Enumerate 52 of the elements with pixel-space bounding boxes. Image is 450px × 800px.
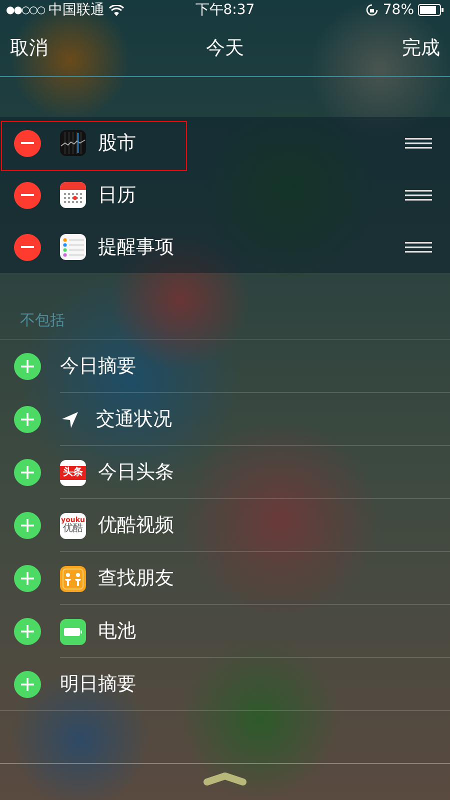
calendar-icon xyxy=(60,182,86,208)
add-button[interactable] xyxy=(14,406,41,433)
add-button[interactable] xyxy=(14,353,41,380)
plus-icon xyxy=(20,571,35,586)
grabber-chevron-icon[interactable] xyxy=(203,772,247,786)
widget-name: 提醒事项 xyxy=(98,234,175,260)
plus-icon xyxy=(20,518,35,533)
battery-percent: 78% xyxy=(382,0,414,20)
remove-button[interactable] xyxy=(14,182,41,208)
reorder-handle-icon[interactable] xyxy=(405,137,432,149)
widget-name: 优酷视频 xyxy=(98,513,174,538)
add-button[interactable] xyxy=(14,671,41,698)
widget-name: 电池 xyxy=(98,619,136,644)
plus-icon xyxy=(20,465,35,480)
location-arrow-icon xyxy=(60,410,80,430)
wifi-icon xyxy=(108,4,124,16)
widget-name: 明日摘要 xyxy=(60,672,136,698)
carrier-name: 中国联通 xyxy=(48,0,105,20)
minus-icon xyxy=(20,194,35,196)
clock-time: 下午8:37 xyxy=(195,0,255,20)
widget-name: 查找朋友 xyxy=(98,566,174,592)
add-button[interactable] xyxy=(14,618,41,645)
stock-chart-icon xyxy=(60,130,86,156)
widget-name: 今日头条 xyxy=(98,460,174,486)
plus-icon xyxy=(20,677,35,692)
widget-name: 交通状况 xyxy=(96,407,172,432)
checklist-icon xyxy=(60,234,86,260)
screen-title: 今天 xyxy=(206,36,244,61)
add-button[interactable] xyxy=(14,459,41,486)
remove-button[interactable] xyxy=(14,130,41,156)
reorder-handle-icon[interactable] xyxy=(405,241,432,253)
widget-name: 今日摘要 xyxy=(60,354,136,380)
signal-strength: ●●○○○ xyxy=(6,4,45,18)
plus-icon xyxy=(20,412,35,427)
news-app-icon: 头条 xyxy=(60,460,86,486)
rotation-lock-icon xyxy=(364,3,379,17)
remove-button[interactable] xyxy=(14,234,41,260)
done-button[interactable]: 完成 xyxy=(402,34,440,62)
add-button[interactable] xyxy=(14,565,41,592)
cancel-button[interactable]: 取消 xyxy=(10,34,48,62)
widget-name: 日历 xyxy=(98,182,137,208)
minus-icon xyxy=(20,246,35,248)
people-icon xyxy=(60,566,86,592)
section-header: 不包括 xyxy=(20,310,65,330)
battery-app-icon xyxy=(60,618,86,644)
plus-icon xyxy=(20,624,35,639)
minus-icon xyxy=(20,142,35,144)
battery-icon xyxy=(418,4,444,16)
widget-name: 股市 xyxy=(98,130,137,156)
reorder-handle-icon[interactable] xyxy=(405,189,432,201)
plus-icon xyxy=(20,359,35,374)
add-button[interactable] xyxy=(14,512,41,539)
